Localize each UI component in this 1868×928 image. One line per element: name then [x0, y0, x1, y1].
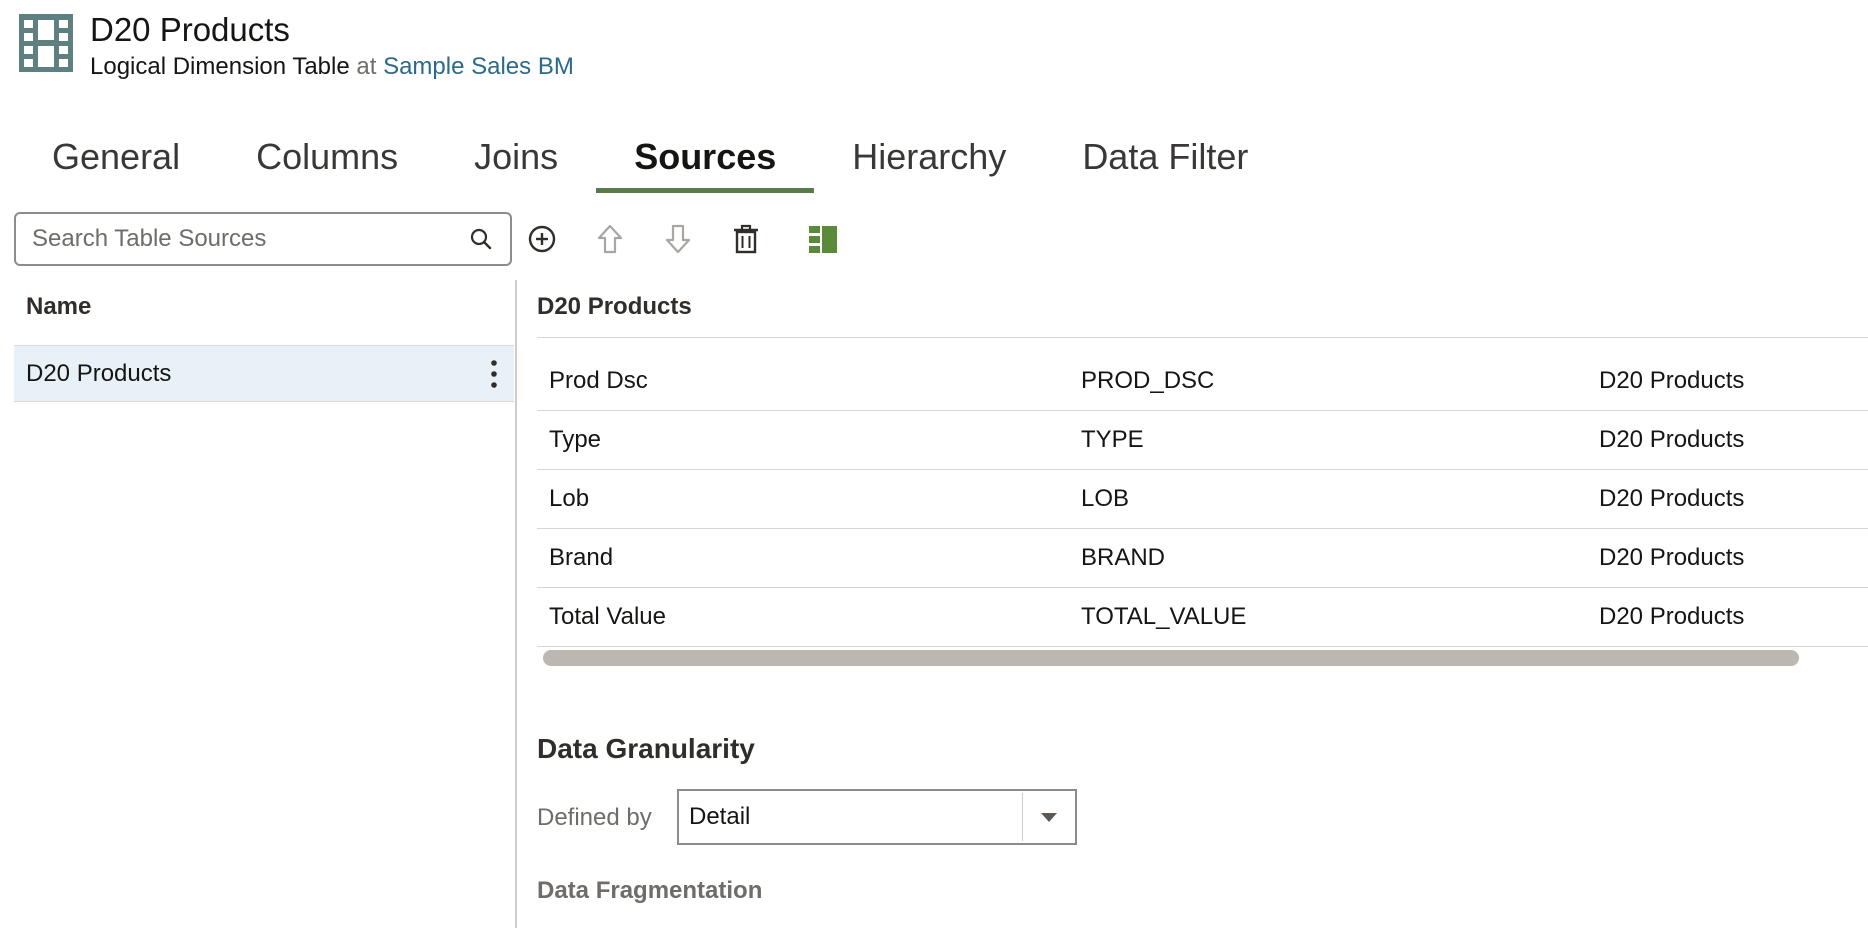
- logical-column-cell: Brand: [549, 544, 614, 571]
- move-up-icon[interactable]: [593, 222, 627, 256]
- panel-toggle-icon[interactable]: [806, 222, 840, 256]
- logical-column-cell: Type: [549, 426, 602, 453]
- physical-column-cell: PROD_DSC: [1081, 367, 1215, 394]
- tab-hierarchy[interactable]: Hierarchy: [814, 125, 1044, 193]
- source-table-cell: D20 Products: [1599, 603, 1745, 630]
- table-row[interactable]: Type TYPE D20 Products: [537, 411, 1868, 470]
- tab-columns[interactable]: Columns: [218, 125, 436, 193]
- section-divider: [537, 337, 1868, 338]
- header-text: D20 Products Logical Dimension Table at …: [90, 11, 574, 82]
- physical-column-cell: TOTAL_VALUE: [1081, 603, 1247, 630]
- data-granularity-heading: Data Granularity: [537, 733, 755, 764]
- source-table-cell: D20 Products: [1599, 426, 1745, 453]
- at-label: at: [356, 53, 377, 80]
- delete-icon[interactable]: [729, 222, 763, 256]
- move-down-icon[interactable]: [661, 222, 695, 256]
- source-detail-title: D20 Products: [537, 293, 692, 320]
- dropdown-arrow-icon[interactable]: [1023, 791, 1075, 843]
- page-subtitle: Logical Dimension Table at Sample Sales …: [90, 52, 574, 82]
- table-row[interactable]: Brand BRAND D20 Products: [537, 529, 1868, 588]
- physical-column-cell: TYPE: [1081, 426, 1144, 453]
- tab-data-filter[interactable]: Data Filter: [1044, 125, 1286, 193]
- search-icon[interactable]: [468, 226, 494, 252]
- defined-by-select[interactable]: Detail: [677, 789, 1077, 845]
- source-table-cell: D20 Products: [1599, 544, 1745, 571]
- tab-bar: General Columns Joins Sources Hierarchy …: [14, 125, 1286, 193]
- physical-column-cell: LOB: [1081, 485, 1130, 512]
- table-row[interactable]: Lob LOB D20 Products: [537, 470, 1868, 529]
- source-table-cell: D20 Products: [1599, 485, 1745, 512]
- name-column-header: Name: [26, 293, 92, 320]
- table-source-label: D20 Products: [26, 359, 172, 387]
- table-icon: [19, 14, 73, 72]
- page: D20 Products Logical Dimension Table at …: [0, 0, 1868, 928]
- search-input[interactable]: [16, 225, 468, 253]
- logical-column-cell: Prod Dsc: [549, 367, 648, 394]
- logical-column-cell: Total Value: [549, 603, 666, 630]
- page-header: D20 Products Logical Dimension Table at …: [19, 11, 574, 82]
- logical-column-cell: Lob: [549, 485, 590, 512]
- table-source-row[interactable]: D20 Products: [14, 345, 514, 402]
- more-actions-icon[interactable]: [484, 357, 504, 391]
- physical-column-cell: BRAND: [1081, 544, 1166, 571]
- defined-by-label: Defined by: [537, 804, 652, 831]
- panel-divider[interactable]: [515, 280, 517, 928]
- horizontal-scrollbar[interactable]: [543, 650, 1799, 666]
- table-row[interactable]: Prod Dsc PROD_DSC D20 Products: [537, 352, 1868, 411]
- tab-sources[interactable]: Sources: [596, 125, 815, 193]
- tab-joins[interactable]: Joins: [436, 125, 596, 193]
- business-model-link[interactable]: Sample Sales BM: [383, 53, 574, 80]
- search-box: [14, 212, 512, 266]
- table-row[interactable]: Total Value TOTAL_VALUE D20 Products: [537, 588, 1868, 647]
- page-title: D20 Products: [90, 11, 290, 48]
- source-table-cell: D20 Products: [1599, 367, 1745, 394]
- data-fragmentation-heading: Data Fragmentation: [537, 877, 763, 904]
- object-type-label: Logical Dimension Table: [90, 53, 350, 80]
- add-icon[interactable]: [525, 222, 559, 256]
- defined-by-value: Detail: [689, 803, 751, 830]
- column-mapping-table: Prod Dsc PROD_DSC D20 Products Type TYPE…: [537, 352, 1868, 647]
- tab-general[interactable]: General: [14, 125, 218, 193]
